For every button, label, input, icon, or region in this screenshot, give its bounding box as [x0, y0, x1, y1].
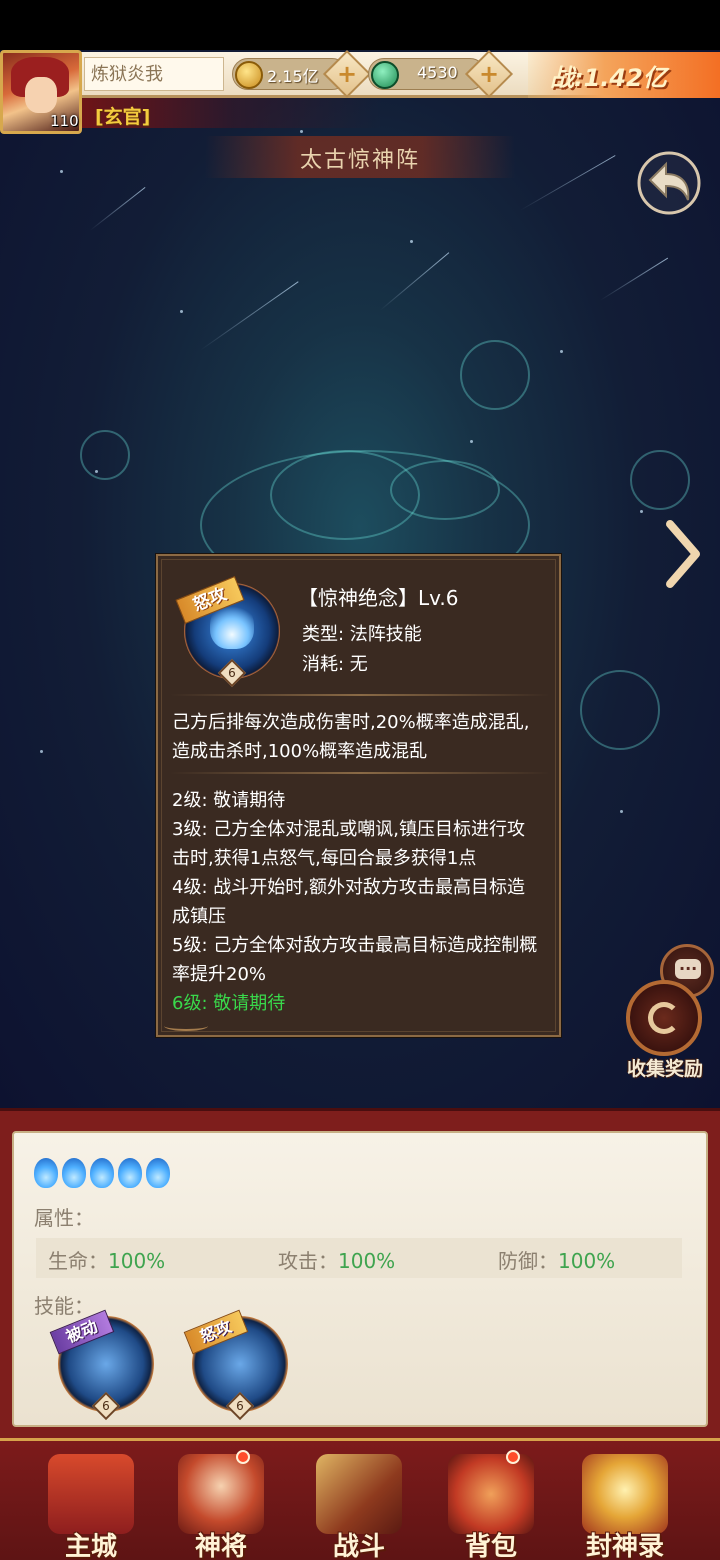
back-button[interactable]	[636, 150, 702, 216]
level-line: 击时,获得1点怒气,每回合最多获得1点	[172, 848, 477, 869]
plus-icon: +	[336, 60, 358, 88]
level-line: 5级: 己方全体对敌方攻击最高目标造成控制概	[172, 935, 538, 956]
page-title: 太古惊神阵	[299, 148, 420, 173]
level-line: 2级: 敬请期待	[172, 790, 286, 811]
record-icon	[582, 1454, 668, 1534]
gold-coin-icon	[235, 61, 263, 89]
stat-attack: 攻击：100%	[278, 1249, 396, 1273]
divider	[170, 772, 550, 774]
next-button[interactable]	[662, 518, 702, 590]
blue-flame-icon	[90, 1158, 114, 1188]
skill-description: 己方后排每次造成伤害时,20%概率造成混乱, 造成击杀时,100%概率造成混乱	[172, 712, 530, 762]
chevron-right-icon	[666, 520, 700, 588]
combat-power: 战:1.42亿	[528, 52, 720, 98]
jade-coin-icon	[371, 61, 399, 89]
current-level-line: 6级: 敬请期待	[172, 993, 286, 1014]
nav-bag[interactable]: 背包	[436, 1448, 546, 1560]
blue-flame-icon	[62, 1158, 86, 1188]
gold-value: 2.15亿	[267, 67, 319, 86]
status-bar	[0, 0, 720, 50]
rank-tag: [玄官]	[95, 106, 151, 128]
skills-label: 技能：	[34, 1294, 94, 1318]
blue-flame-icon	[34, 1158, 58, 1188]
level-line: 3级: 己方全体对混乱或嘲讽,镇压目标进行攻	[172, 819, 525, 840]
attributes-label: 属性：	[34, 1206, 94, 1230]
nav-fengshen-record[interactable]: 封神录	[570, 1448, 680, 1560]
bag-icon	[448, 1454, 534, 1534]
combat-power-value: 战:1.42亿	[550, 64, 667, 92]
star-rating	[34, 1158, 174, 1194]
back-arrow-icon	[637, 151, 701, 215]
formation-title-banner: 太古惊神阵	[205, 136, 515, 178]
palace-icon	[48, 1454, 134, 1534]
nav-heroes[interactable]: 神将	[166, 1448, 276, 1560]
collect-reward-button[interactable]	[626, 980, 702, 1056]
divider	[170, 694, 550, 696]
skill-slot-rage[interactable]: 怒攻 6	[183, 1309, 288, 1421]
skill-level-list: 2级: 敬请期待 3级: 己方全体对混乱或嘲讽,镇压目标进行攻 击时,获得1点怒…	[172, 786, 552, 1018]
level-line: 成镇压	[172, 906, 226, 927]
stat-defense: 防御：100%	[498, 1249, 616, 1273]
skill-name: 【惊神绝念】Lv.6	[298, 586, 459, 610]
player-level: 110	[50, 112, 79, 130]
skill-type: 类型: 法阵技能	[302, 624, 422, 645]
player-name: 炼狱炎我	[84, 57, 224, 91]
nav-battle[interactable]: 战斗	[304, 1448, 414, 1560]
notification-dot	[506, 1450, 520, 1464]
skill-detail-popup: 怒攻 6 【惊神绝念】Lv.6 类型: 法阵技能 消耗: 无 己方后排每次造成伤…	[156, 554, 561, 1037]
notification-dot	[236, 1450, 250, 1464]
blue-flame-icon	[118, 1158, 142, 1188]
hero-portrait-icon	[178, 1454, 264, 1534]
skill-cost: 消耗: 无	[302, 654, 368, 675]
collect-reward-label: 收集奖励	[626, 1058, 703, 1080]
swirl-icon	[648, 1002, 680, 1034]
level-line: 率提升20%	[172, 964, 267, 985]
blue-flame-icon	[146, 1158, 170, 1188]
level-line: 4级: 战斗开始时,额外对敌方攻击最高目标造	[172, 877, 525, 898]
top-header: 110 炼狱炎我 [玄官] 2.15亿 + 4530 + 战:1.42亿	[0, 49, 720, 134]
stat-hp: 生命：100%	[48, 1249, 166, 1273]
crossed-swords-icon	[316, 1454, 402, 1534]
plus-icon: +	[478, 60, 500, 88]
skill-slot-passive[interactable]: 被动 6	[49, 1309, 154, 1421]
jade-value: 4530	[417, 63, 458, 82]
nav-main-city[interactable]: 主城	[36, 1448, 146, 1560]
skill-icon: 怒攻 6	[175, 575, 280, 688]
chat-bubble-icon	[675, 955, 701, 979]
